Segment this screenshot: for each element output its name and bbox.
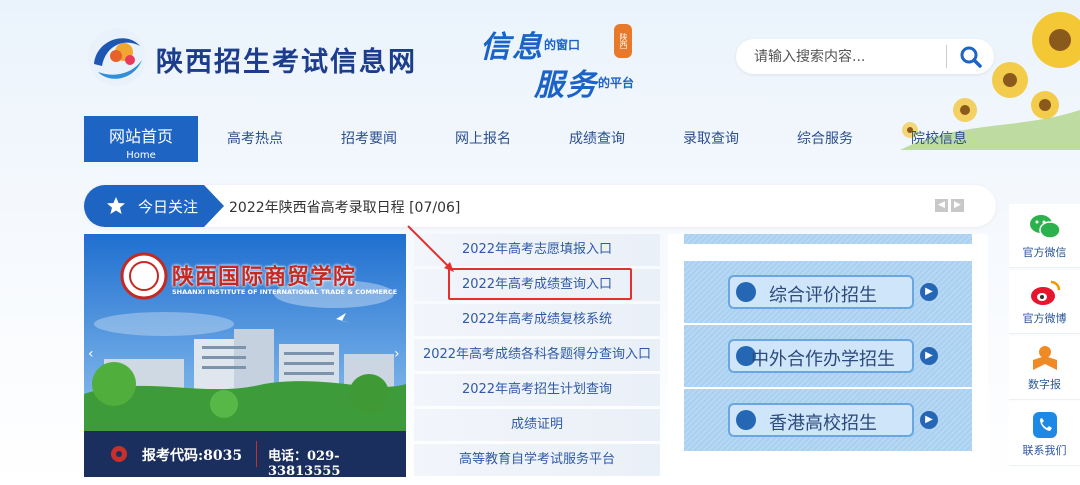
panel-button-comprehensive[interactable]: 综合评价招生 ▶	[684, 261, 972, 323]
nav-home-label: 网站首页	[108, 127, 173, 146]
side-item-weibo[interactable]: 官方微博	[1009, 270, 1080, 334]
nav-item-online-register[interactable]: 网上报名	[426, 116, 540, 162]
link-score-review[interactable]: 2022年高考成绩复核系统	[414, 304, 660, 336]
panel-button-hongkong[interactable]: 香港高校招生 ▶	[684, 389, 972, 451]
nav-home[interactable]: 网站首页 Home	[84, 116, 198, 162]
annotation-arrow-icon	[407, 225, 454, 272]
side-item-wechat[interactable]: 官方微信	[1009, 204, 1080, 268]
banner-prev-arrow[interactable]: ‹	[88, 346, 94, 362]
nav-item-gaokao-hot[interactable]: 高考热点	[198, 116, 312, 162]
focus-next-button[interactable]: ▶	[951, 199, 964, 212]
banner-separator	[256, 441, 257, 467]
school-en-name: SHAANXI INSTITUTE OF INTERNATIONAL TRADE…	[172, 288, 398, 296]
go-arrow-icon: ▶	[920, 347, 938, 365]
slogan-line2-big: 服务	[534, 68, 598, 103]
slogan-seal: 陕西	[614, 24, 632, 58]
focus-prev-button[interactable]: ◀	[935, 199, 948, 212]
panel-button-partial[interactable]	[684, 234, 972, 244]
side-item-wechat-label: 官方微信	[1022, 246, 1067, 259]
panel-button-sino-foreign[interactable]: 中外合作办学招生 ▶	[684, 325, 972, 387]
today-focus-label: 今日关注	[138, 198, 199, 216]
star-icon	[107, 197, 125, 214]
nav-item-admission-query[interactable]: 录取查询	[654, 116, 768, 162]
link-score-certificate[interactable]: 成绩证明	[414, 409, 660, 441]
side-item-digital-paper[interactable]: 数字报	[1009, 336, 1080, 400]
weibo-icon	[1031, 280, 1061, 305]
panel-button-comprehensive-frame: 综合评价招生	[728, 275, 914, 309]
panel-button-sino-foreign-label: 中外合作办学招生	[751, 349, 895, 370]
site-logo-icon[interactable]	[86, 26, 148, 88]
banner-next-arrow[interactable]: ›	[394, 346, 400, 362]
side-item-weibo-label: 官方微博	[1022, 312, 1067, 325]
school-name: 陕西国际商贸学院	[172, 264, 357, 290]
slogan-line1-small: 的窗口	[544, 38, 581, 52]
panel-button-sino-foreign-frame: 中外合作办学招生	[728, 339, 914, 373]
banner-footer: 报考代码:8035 电话：029-33813555	[84, 431, 406, 477]
search-input[interactable]	[754, 47, 934, 67]
nav-item-score-query[interactable]: 成绩查询	[540, 116, 654, 162]
search-box	[736, 39, 994, 74]
today-focus-bar: 今日关注 2022年陕西省高考录取日程 [07/06] ◀ ▶	[84, 185, 996, 227]
header: 陕西招生考试信息网 信息 的窗口 服务 的平台 陕西	[0, 0, 1080, 150]
today-focus-news-link[interactable]: 2022年陕西省高考录取日程 [07/06]	[229, 197, 460, 217]
link-enrollment-plan[interactable]: 2022年高考招生计划查询	[414, 374, 660, 406]
side-item-digital-paper-label: 数字报	[1028, 378, 1061, 391]
nav-item-news[interactable]: 招考要闻	[312, 116, 426, 162]
slogan-line2-small: 的平台	[598, 76, 635, 90]
side-item-contact-label: 联系我们	[1022, 444, 1067, 457]
panel-button-hongkong-label: 香港高校招生	[769, 413, 877, 434]
special-admission-panel: 综合评价招生 ▶ 中外合作办学招生 ▶ 香港高校招生 ▶	[668, 234, 988, 477]
banner-carousel[interactable]: 陕西国际商贸学院 SHAANXI INSTITUTE OF INTERNATIO…	[84, 234, 406, 477]
nav-home-en-label: Home	[126, 150, 156, 161]
nav-item-school-info[interactable]: 院校信息	[882, 116, 996, 162]
side-social-bar: 官方微信 官方微博 数字报 联系我们	[1009, 204, 1080, 468]
slogan: 信息 的窗口 服务 的平台 陕西	[478, 20, 668, 103]
nav-item-services[interactable]: 综合服务	[768, 116, 882, 162]
today-focus-label-box: 今日关注	[84, 185, 224, 227]
banner-phone-text: 电话：029-33813555	[268, 449, 341, 477]
school-emblem-icon	[111, 446, 127, 462]
banner-code-text: 报考代码:8035	[142, 448, 243, 464]
link-self-study-exam[interactable]: 高等教育自学考试服务平台	[414, 444, 660, 476]
link-subject-score-query[interactable]: 2022年高考成绩各科各题得分查询入口	[414, 339, 660, 371]
panel-button-comprehensive-label: 综合评价招生	[769, 285, 877, 306]
site-title[interactable]: 陕西招生考试信息网	[156, 40, 417, 79]
side-item-contact[interactable]: 联系我们	[1009, 402, 1080, 466]
panel-button-hongkong-frame: 香港高校招生	[728, 403, 914, 437]
search-divider	[946, 45, 947, 68]
go-arrow-icon: ▶	[920, 411, 938, 429]
main-nav: 网站首页 Home 高考热点 招考要闻 网上报名 成绩查询 录取查询 综合服务 …	[0, 116, 1080, 162]
wechat-icon	[1030, 215, 1061, 239]
reader-icon	[1033, 346, 1057, 370]
search-icon[interactable]	[958, 44, 984, 70]
go-arrow-icon: ▶	[920, 283, 938, 301]
phone-icon	[1033, 412, 1057, 438]
